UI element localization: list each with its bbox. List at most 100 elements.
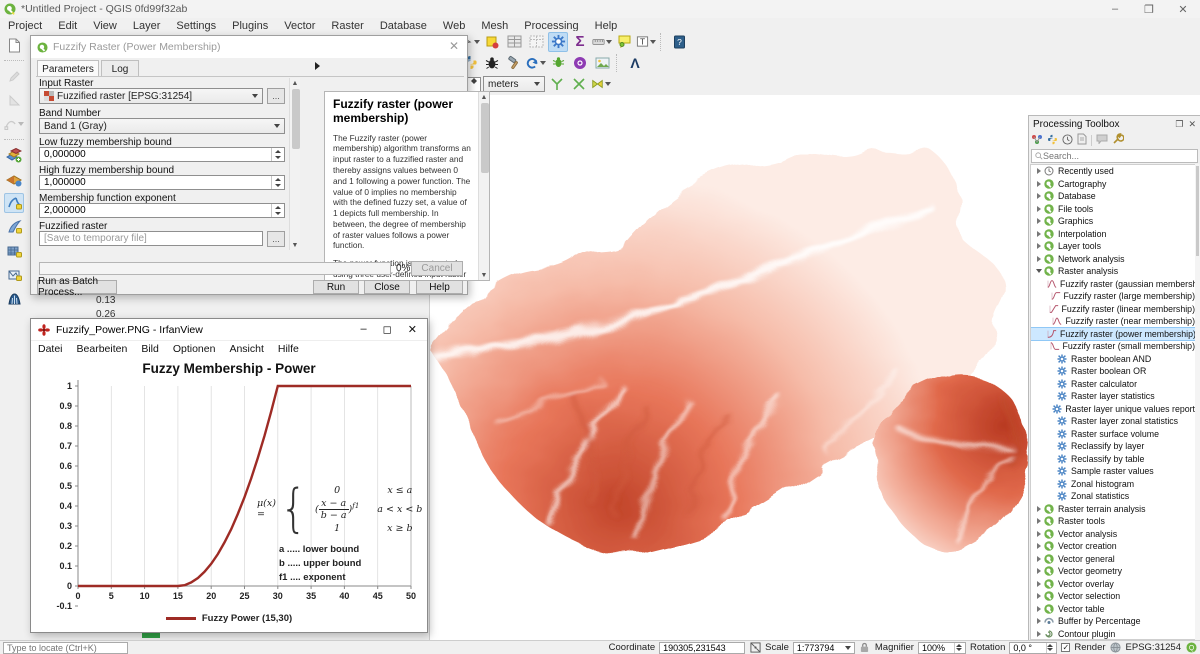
add-raster-layer-icon[interactable]: [4, 169, 24, 189]
magnifier-field[interactable]: [918, 642, 966, 654]
chevron-right-icon[interactable]: [1037, 581, 1041, 587]
toolbox-tree-item[interactable]: Raster surface volume: [1031, 428, 1195, 441]
chevron-right-icon[interactable]: [1037, 193, 1041, 199]
toolbox-tree-item[interactable]: Network analysis: [1031, 253, 1195, 266]
options-wrench-icon[interactable]: [1112, 133, 1124, 148]
minimize-button[interactable]: –: [1098, 0, 1132, 18]
chevron-right-icon[interactable]: [1037, 568, 1041, 574]
menu-view[interactable]: View: [85, 19, 125, 33]
toolbox-tree-item[interactable]: Graphics: [1031, 215, 1195, 228]
add-mesh-grid-icon[interactable]: [4, 241, 24, 261]
add-polygon-layer-icon[interactable]: [4, 265, 24, 285]
toolbox-tree-item[interactable]: Fuzzify raster (near membership): [1031, 315, 1195, 328]
menu-database[interactable]: Database: [372, 19, 435, 33]
image-export-icon[interactable]: [592, 53, 612, 73]
open-attribute-table-icon[interactable]: [504, 32, 524, 52]
toolbox-tree-item[interactable]: Raster layer statistics: [1031, 390, 1195, 403]
build-hammer-icon[interactable]: [504, 53, 524, 73]
maximize-button[interactable]: ◻: [383, 323, 392, 336]
lambda-icon[interactable]: Λ: [625, 53, 645, 73]
toolbox-tree-item[interactable]: Fuzzify raster (large membership): [1031, 290, 1195, 303]
map-tips-icon[interactable]: [614, 32, 634, 52]
menu-raster[interactable]: Raster: [323, 19, 371, 33]
results-viewer-icon[interactable]: [1077, 133, 1087, 148]
locate-input[interactable]: [7, 643, 124, 653]
menu-vector[interactable]: Vector: [276, 19, 323, 33]
python-scripts-icon[interactable]: [1047, 134, 1058, 148]
toolbox-tree-item[interactable]: Vector geometry: [1031, 565, 1195, 578]
extents-icon[interactable]: [749, 642, 761, 654]
close-panel-icon[interactable]: ✕: [1188, 119, 1196, 130]
close-button[interactable]: ✕: [1166, 0, 1200, 18]
run-as-batch-button[interactable]: Run as Batch Process...: [37, 280, 117, 294]
toolbox-tree-item[interactable]: Raster calculator: [1031, 378, 1195, 391]
chevron-right-icon[interactable]: [1037, 556, 1041, 562]
toolbox-tree-item[interactable]: Raster tools: [1031, 515, 1195, 528]
chevron-right-icon[interactable]: [1037, 543, 1041, 549]
irfanview-titlebar[interactable]: Fuzzify_Power.PNG - IrfanView – ◻ ✕: [31, 319, 427, 341]
menu-settings[interactable]: Settings: [168, 19, 224, 33]
toolbox-tree-scrollbar[interactable]: [1195, 164, 1200, 640]
close-button[interactable]: ✕: [408, 323, 417, 336]
splitter-arrow-icon[interactable]: [315, 62, 320, 70]
dotted-table-icon[interactable]: [526, 32, 546, 52]
toolbox-tree-item[interactable]: Reclassify by layer: [1031, 440, 1195, 453]
add-delimited-layer-icon[interactable]: [4, 217, 24, 237]
coordinate-field[interactable]: [659, 642, 745, 654]
toolbox-tree-item[interactable]: Fuzzify raster (power membership): [1031, 328, 1195, 341]
toolbox-tree-item[interactable]: Sample raster values: [1031, 465, 1195, 478]
messages-icon[interactable]: Q: [1185, 642, 1197, 654]
chevron-right-icon[interactable]: [1037, 606, 1041, 612]
toolbox-tree-item[interactable]: Raster layer unique values report: [1031, 403, 1195, 416]
irfanview-menu-datei[interactable]: Datei: [31, 343, 70, 355]
add-vector-layer-icon[interactable]: [4, 145, 24, 165]
output-file-field[interactable]: [39, 231, 263, 246]
toolbox-tree-item[interactable]: Vector overlay: [1031, 578, 1195, 591]
history-clock-icon[interactable]: [1062, 134, 1073, 148]
input-raster-combobox[interactable]: Fuzzified raster [EPSG:31254]: [39, 88, 263, 104]
band-combobox[interactable]: Band 1 (Gray): [39, 118, 285, 134]
chevron-right-icon[interactable]: [1037, 243, 1041, 249]
chevron-right-icon[interactable]: [1037, 218, 1041, 224]
debug-bug-icon[interactable]: [482, 53, 502, 73]
toolbox-search-input[interactable]: [1043, 151, 1194, 161]
locate-field[interactable]: [3, 642, 128, 654]
low-bound-stepper[interactable]: [39, 147, 285, 162]
irfanview-menu-hilfe[interactable]: Hilfe: [271, 343, 306, 355]
cancel-button[interactable]: Cancel: [411, 261, 463, 276]
render-checkbox[interactable]: ✓: [1061, 643, 1070, 652]
toolbox-tree-item[interactable]: Buffer by Percentage: [1031, 615, 1195, 628]
toolbox-tree-item[interactable]: Raster terrain analysis: [1031, 503, 1195, 516]
scale-combobox[interactable]: [793, 642, 855, 654]
restore-button[interactable]: ❐: [1132, 0, 1166, 18]
edit-pencil-icon[interactable]: [4, 66, 24, 86]
undo-arrow-icon[interactable]: [526, 53, 546, 73]
toolbox-tree-item[interactable]: Fuzzify raster (gaussian membership): [1031, 278, 1195, 291]
toolbox-tree-item[interactable]: Zonal statistics: [1031, 490, 1195, 503]
text-annotation-icon[interactable]: T: [636, 32, 656, 52]
toolbox-tree-item[interactable]: Database: [1031, 190, 1195, 203]
vertex-tool-x-icon[interactable]: [569, 74, 589, 94]
toolbox-tree-item[interactable]: Fuzzify raster (small membership): [1031, 340, 1195, 353]
chevron-right-icon[interactable]: [1037, 206, 1041, 212]
chevron-right-icon[interactable]: [1037, 168, 1041, 174]
close-button[interactable]: Close: [364, 280, 410, 294]
toolbox-tree-item[interactable]: Raster layer zonal statistics: [1031, 415, 1195, 428]
irfanview-menu-optionen[interactable]: Optionen: [166, 343, 223, 355]
toolbox-tree-item[interactable]: Raster analysis: [1031, 265, 1195, 278]
toolbox-tree-item[interactable]: Fuzzify raster (linear membership): [1031, 303, 1195, 316]
vertex-tool-bowtie-icon[interactable]: [591, 74, 611, 94]
processing-toolbox-toggle-icon[interactable]: [548, 32, 568, 52]
toolbox-tree-item[interactable]: File tools: [1031, 203, 1195, 216]
osgeo-disc-icon[interactable]: [570, 53, 590, 73]
dialog-close-icon[interactable]: ✕: [449, 39, 459, 53]
help-button[interactable]: Help: [416, 280, 463, 294]
statistics-sigma-icon[interactable]: Σ: [570, 32, 590, 52]
chevron-right-icon[interactable]: [1037, 518, 1041, 524]
toolbox-tree-item[interactable]: Recently used: [1031, 165, 1195, 178]
add-statistics-layer-icon[interactable]: [4, 289, 24, 309]
toolbox-tree-item[interactable]: Vector general: [1031, 553, 1195, 566]
toolbox-tree-item[interactable]: Raster boolean OR: [1031, 365, 1195, 378]
irfanview-menu-bild[interactable]: Bild: [134, 343, 166, 355]
chevron-right-icon[interactable]: [1037, 256, 1041, 262]
